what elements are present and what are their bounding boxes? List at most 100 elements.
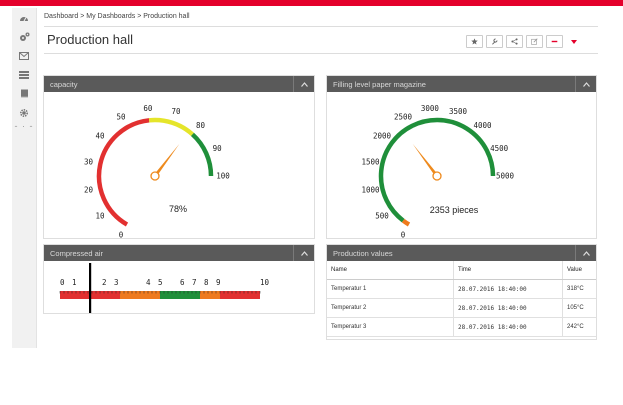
- book-icon[interactable]: [12, 84, 36, 103]
- gauge-value-label: 78%: [169, 204, 187, 214]
- table-row[interactable]: Temperatur 1 28.07.2016 18:40:00 318°C: [327, 279, 596, 299]
- panel-title: Production values: [333, 248, 393, 258]
- linear-tick-label: 3: [114, 278, 119, 287]
- header-divider: [44, 26, 598, 27]
- gauge-band: [190, 132, 214, 177]
- linear-tick-label: 2: [102, 278, 107, 287]
- gauge-tick-label: 4000: [473, 121, 492, 130]
- chevron-up-icon: [300, 250, 308, 256]
- filling-level-panel: Filling level paper magazine 0 500 1000 150…: [326, 75, 597, 239]
- column-header-name[interactable]: Name: [327, 261, 454, 280]
- cell-value: 318°C: [562, 279, 596, 299]
- compressed-air-linear-gauge: 0 1 2 3 4 5 6 7 8 9 10: [59, 263, 270, 313]
- gauge-tick-label: 500: [375, 211, 389, 220]
- gauge-tick-label: 0: [119, 230, 124, 238]
- column-header-time[interactable]: Time: [453, 261, 563, 280]
- gauge-tick-label: 50: [116, 113, 126, 122]
- gauge-band: [148, 117, 194, 137]
- gauge-tick-label: 40: [95, 132, 105, 141]
- caret-down-icon: [571, 39, 577, 44]
- chevron-up-icon: [300, 81, 308, 87]
- share-button[interactable]: [506, 35, 523, 48]
- linear-tick-label: 8: [204, 278, 209, 287]
- gauge-tick-label: 1000: [361, 186, 380, 195]
- cell-name: Temperatur 2: [327, 298, 454, 318]
- edit-icon: [531, 38, 538, 45]
- breadcrumb-my-dashboards[interactable]: My Dashboards: [86, 13, 135, 20]
- linear-tick-label: 5: [158, 278, 163, 287]
- gauge-tick-label: 0: [401, 230, 406, 238]
- minus-icon: [551, 40, 558, 43]
- favorite-button[interactable]: [466, 35, 483, 48]
- sidebar-divider: - · -: [14, 121, 34, 131]
- gauge-tick-label: 3000: [421, 104, 440, 113]
- linear-value-marker: [89, 263, 92, 313]
- panel-header: Compressed air: [44, 245, 314, 261]
- collapse-button[interactable]: [575, 245, 596, 261]
- top-accent-bar: [0, 0, 623, 6]
- sidebar: - · -: [12, 8, 37, 348]
- production-values-table: Name Time Value Temperatur 1 28.07.2016 …: [327, 261, 596, 337]
- breadcrumb-current: Production hall: [143, 13, 190, 20]
- table-header-row: Name Time Value: [327, 261, 596, 280]
- production-values-panel: Production values Name Time Value Temper…: [326, 244, 597, 340]
- cell-time: 28.07.2016 18:40:00: [453, 317, 563, 337]
- linear-tick-label: 0: [60, 278, 65, 287]
- collapse-button[interactable]: [293, 76, 314, 92]
- capacity-panel: capacity 0 10 20 30 40 50 60 70 80 90 100 78%: [43, 75, 315, 239]
- collapse-button[interactable]: [293, 245, 314, 261]
- settings-icon[interactable]: [12, 103, 36, 122]
- filling-level-gauge: 0 500 1000 1500 2000 2500 3000 3500 4000 4500 5000…: [361, 104, 515, 238]
- edit-button[interactable]: [526, 35, 543, 48]
- gauge-tick-label: 20: [84, 186, 94, 195]
- panel-title: Filling level paper magazine: [333, 79, 426, 89]
- toolbar-menu-toggle[interactable]: [567, 35, 581, 48]
- panel-header: Production values: [327, 245, 596, 261]
- gauge-tick-label: 5000: [496, 172, 515, 181]
- gauge-tick-label: 30: [84, 157, 94, 166]
- cell-name: Temperatur 1: [327, 279, 454, 299]
- gauge-needle: [412, 143, 439, 177]
- breadcrumb-dashboard[interactable]: Dashboard: [44, 13, 78, 20]
- gauge-tick-label: 70: [171, 107, 181, 116]
- gauge-tick-label: 80: [196, 121, 206, 130]
- remove-button[interactable]: [546, 35, 563, 48]
- capacity-gauge: 0 10 20 30 40 50 60 70 80 90 100 78%: [84, 104, 230, 238]
- configure-button[interactable]: [486, 35, 503, 48]
- gauge-tick-label: 10: [95, 211, 105, 220]
- cell-time: 28.07.2016 18:40:00: [453, 279, 563, 299]
- cell-value: 105°C: [562, 298, 596, 318]
- gauge-value-label: 2353 pieces: [430, 205, 479, 215]
- linear-tick-label: 9: [216, 278, 221, 287]
- gauge-needle-hub: [432, 171, 442, 181]
- gauge-tick-label: 3500: [449, 107, 468, 116]
- title-divider: [44, 53, 598, 54]
- gauge-tick-label: 90: [213, 144, 223, 153]
- gauge-tick-label: 2000: [373, 132, 392, 141]
- linear-tick-label: 7: [192, 278, 197, 287]
- dashboard-icon[interactable]: [12, 8, 36, 27]
- gauge-tick-label: 2500: [394, 113, 413, 122]
- column-header-value[interactable]: Value: [562, 261, 596, 280]
- compressed-air-panel: Compressed air 0 1 2 3 4 5 6 7 8 9 10: [43, 244, 315, 314]
- table-row[interactable]: Temperatur 2 28.07.2016 18:40:00 105°C: [327, 298, 596, 318]
- server-icon[interactable]: [12, 65, 36, 84]
- linear-tick-label: 10: [260, 278, 270, 287]
- chevron-up-icon: [582, 81, 590, 87]
- gauge-tick-label: 4500: [490, 144, 509, 153]
- linear-tick-label: 4: [146, 278, 151, 287]
- gauge-band: [401, 218, 411, 227]
- gauge-tick-label: 60: [143, 104, 153, 113]
- envelope-icon[interactable]: [12, 46, 36, 65]
- linear-tick-label: 6: [180, 278, 185, 287]
- gears-icon[interactable]: [12, 27, 36, 46]
- cell-time: 28.07.2016 18:40:00: [453, 298, 563, 318]
- wrench-icon: [492, 38, 498, 45]
- gauge-tick-label: 1500: [361, 157, 380, 166]
- linear-band: [200, 291, 220, 299]
- collapse-button[interactable]: [575, 76, 596, 92]
- cell-value: 242°C: [562, 317, 596, 337]
- table-row[interactable]: Temperatur 3 28.07.2016 18:40:00 242°C: [327, 317, 596, 337]
- linear-tick-label: 1: [72, 278, 77, 287]
- gauge-needle-hub: [150, 171, 160, 181]
